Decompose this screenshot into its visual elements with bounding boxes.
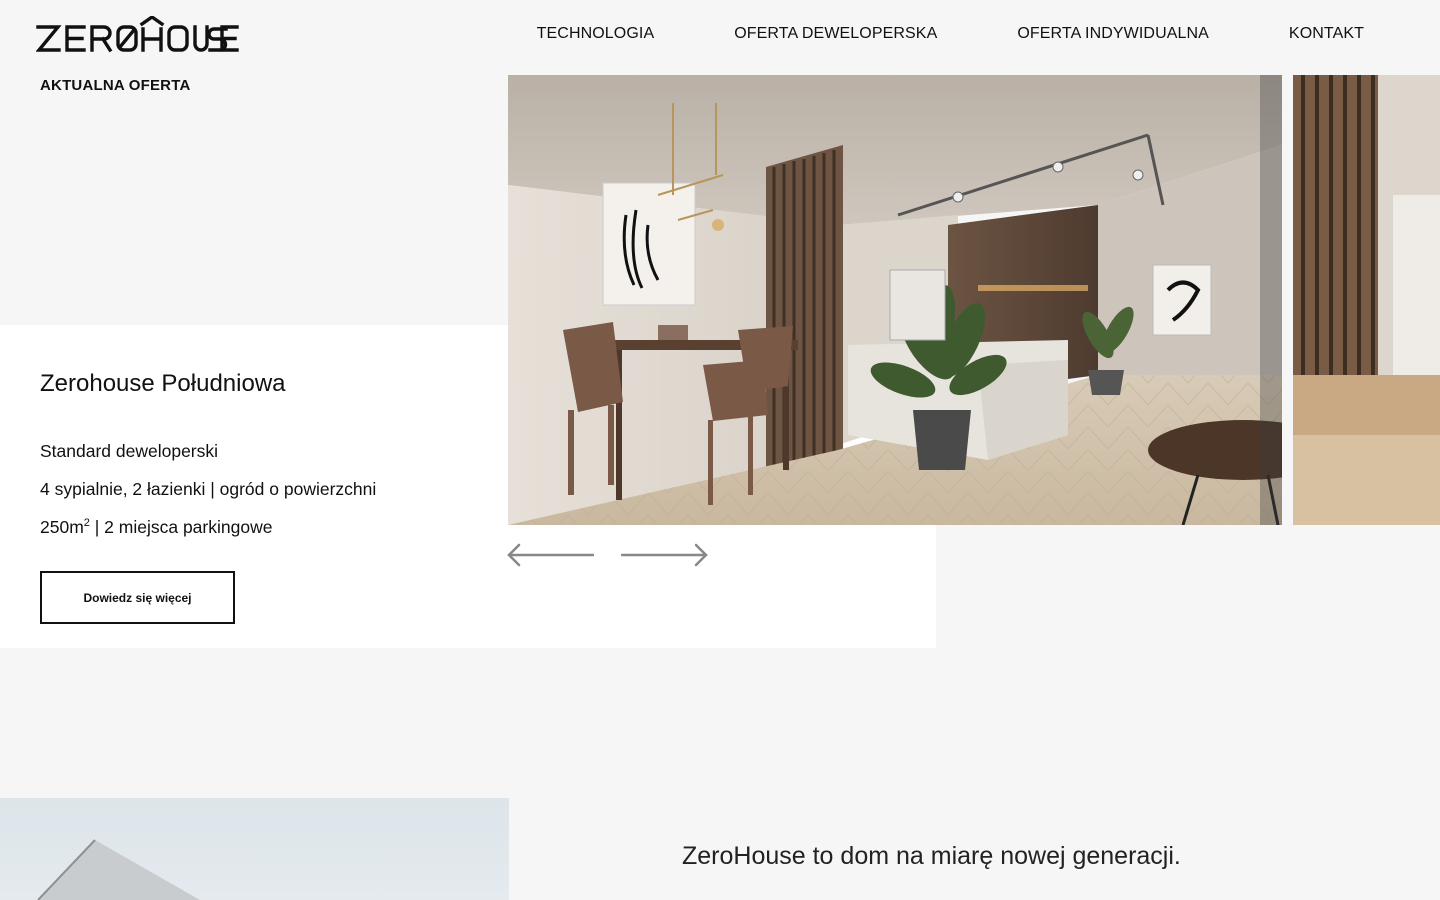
learn-more-button[interactable]: Dowiedz się więcej xyxy=(40,571,235,624)
main-nav: TECHNOLOGIA OFERTA DEWELOPERSKA OFERTA I… xyxy=(537,24,1364,44)
nav-item-oferta-indywidualna[interactable]: OFERTA INDYWIDUALNA xyxy=(1017,24,1209,44)
arrow-left-icon xyxy=(507,543,595,567)
offer-area-parking: 250m2 | 2 miejsca parkingowe xyxy=(40,515,272,539)
nav-item-technologia[interactable]: TECHNOLOGIA xyxy=(537,24,655,44)
interior-photo xyxy=(508,75,1282,525)
house-exterior-photo xyxy=(0,798,509,900)
slider-next-button[interactable] xyxy=(620,543,709,567)
slide-interior-dining-living[interactable] xyxy=(508,75,1282,525)
nav-item-kontakt[interactable]: KONTAKT xyxy=(1289,24,1364,44)
offer-parking: | 2 miejsca parkingowe xyxy=(89,517,273,537)
logo-wordmark xyxy=(36,16,239,53)
section-label: AKTUALNA OFERTA xyxy=(40,77,191,94)
slider-prev-button[interactable] xyxy=(506,543,595,567)
slide-interior-wood-slats[interactable] xyxy=(1293,75,1440,525)
interior-photo-2 xyxy=(1293,75,1440,525)
arrow-right-icon xyxy=(620,543,708,567)
offer-standard: Standard deweloperski xyxy=(40,441,219,461)
offer-area: 250m xyxy=(40,517,84,537)
about-tagline: ZeroHouse to dom na miarę nowej generacj… xyxy=(682,842,1181,870)
zerohouse-logo[interactable] xyxy=(36,16,240,56)
offer-title: Zerohouse Południowa xyxy=(40,370,286,397)
offer-rooms: 4 sypialnie, 2 łazienki | ogród o powier… xyxy=(40,479,377,499)
nav-item-oferta-deweloperska[interactable]: OFERTA DEWELOPERSKA xyxy=(734,24,937,44)
house-exterior-image xyxy=(0,798,509,900)
